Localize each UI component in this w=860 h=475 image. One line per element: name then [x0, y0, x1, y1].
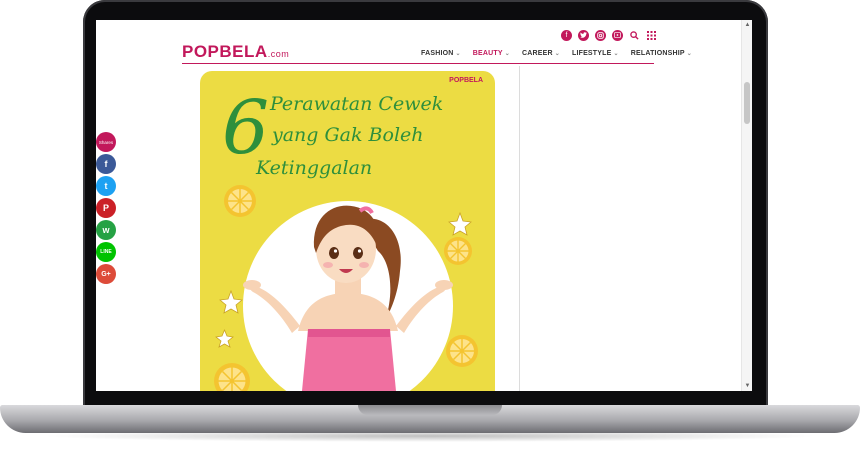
browser-screen: POPBELA.com f FASHION ⌄ BEAUTY ⌄ CAREER … — [96, 20, 752, 391]
scroll-down-arrow-icon[interactable]: ▼ — [742, 381, 752, 391]
lemon-slice-icon — [224, 185, 256, 217]
flower-icon — [215, 328, 234, 348]
main-nav: FASHION ⌄ BEAUTY ⌄ CAREER ⌄ LIFESTYLE ⌄ RELA… — [421, 50, 692, 57]
sidebar-divider — [519, 66, 520, 391]
youtube-icon[interactable] — [612, 29, 623, 41]
flower-icon — [219, 289, 243, 314]
nav-label: RELATIONSHIP — [630, 50, 685, 57]
laptop-notch — [358, 405, 502, 415]
vertical-scrollbar[interactable]: ▲ ▼ — [741, 20, 752, 391]
lemon-slice-icon — [446, 335, 478, 367]
nav-label: FASHION — [421, 50, 454, 57]
instagram-icon[interactable] — [595, 29, 606, 41]
scroll-up-arrow-icon[interactable]: ▲ — [742, 20, 752, 30]
line-share-button[interactable]: LINE — [96, 242, 116, 262]
twitter-icon[interactable] — [578, 29, 589, 41]
search-icon[interactable] — [629, 30, 640, 41]
nav-label: BEAUTY — [472, 50, 503, 57]
lemon-slice-icon — [444, 237, 472, 265]
lemon-slice-icon — [214, 363, 250, 391]
share-count-label: Shares — [96, 132, 116, 152]
chevron-down-icon: ⌄ — [554, 51, 560, 57]
nav-career[interactable]: CAREER ⌄ — [522, 50, 560, 57]
facebook-share-button[interactable]: f — [96, 154, 116, 174]
nav-lifestyle[interactable]: LIFESTYLE ⌄ — [572, 50, 619, 57]
share-bar: Shares f t P w LINE G+ — [96, 132, 116, 286]
article-hero-image[interactable]: POPBELA 6 Perawatan Cewek yang Gak Boleh… — [200, 71, 495, 391]
site-logo[interactable]: POPBELA.com — [182, 42, 289, 62]
nav-label: CAREER — [521, 50, 553, 57]
pinterest-share-button[interactable]: P — [96, 198, 116, 218]
site-header: POPBELA.com f FASHION ⌄ BEAUTY ⌄ CAREER … — [96, 20, 752, 66]
nav-beauty[interactable]: BEAUTY ⌄ — [473, 50, 510, 57]
google-plus-share-button[interactable]: G+ — [96, 264, 116, 284]
whatsapp-share-button[interactable]: w — [96, 220, 116, 240]
image-brand-label: POPBELA — [449, 77, 483, 84]
facebook-icon[interactable]: f — [561, 29, 572, 41]
nav-relationship[interactable]: RELATIONSHIP ⌄ — [631, 50, 692, 57]
logo-text: POPBELA — [182, 42, 268, 61]
image-title-line: Ketinggalan — [256, 157, 373, 179]
chevron-down-icon: ⌄ — [504, 51, 510, 57]
social-links: f — [561, 28, 657, 42]
image-title-line: Perawatan Cewek — [270, 93, 444, 115]
image-number: 6 — [222, 85, 270, 171]
grid-menu-icon[interactable] — [646, 30, 657, 41]
header-divider — [182, 63, 654, 64]
nav-label: LIFESTYLE — [571, 50, 612, 57]
chevron-down-icon: ⌄ — [686, 51, 692, 57]
scroll-thumb[interactable] — [744, 82, 750, 124]
logo-suffix: .com — [267, 49, 290, 59]
twitter-share-button[interactable]: t — [96, 176, 116, 196]
woman-illustration — [214, 185, 478, 391]
flower-icon — [448, 211, 472, 236]
chevron-down-icon: ⌄ — [455, 51, 461, 57]
image-title-line: yang Gak Boleh — [272, 124, 424, 146]
nav-fashion[interactable]: FASHION ⌄ — [421, 50, 461, 57]
chevron-down-icon: ⌄ — [613, 51, 619, 57]
